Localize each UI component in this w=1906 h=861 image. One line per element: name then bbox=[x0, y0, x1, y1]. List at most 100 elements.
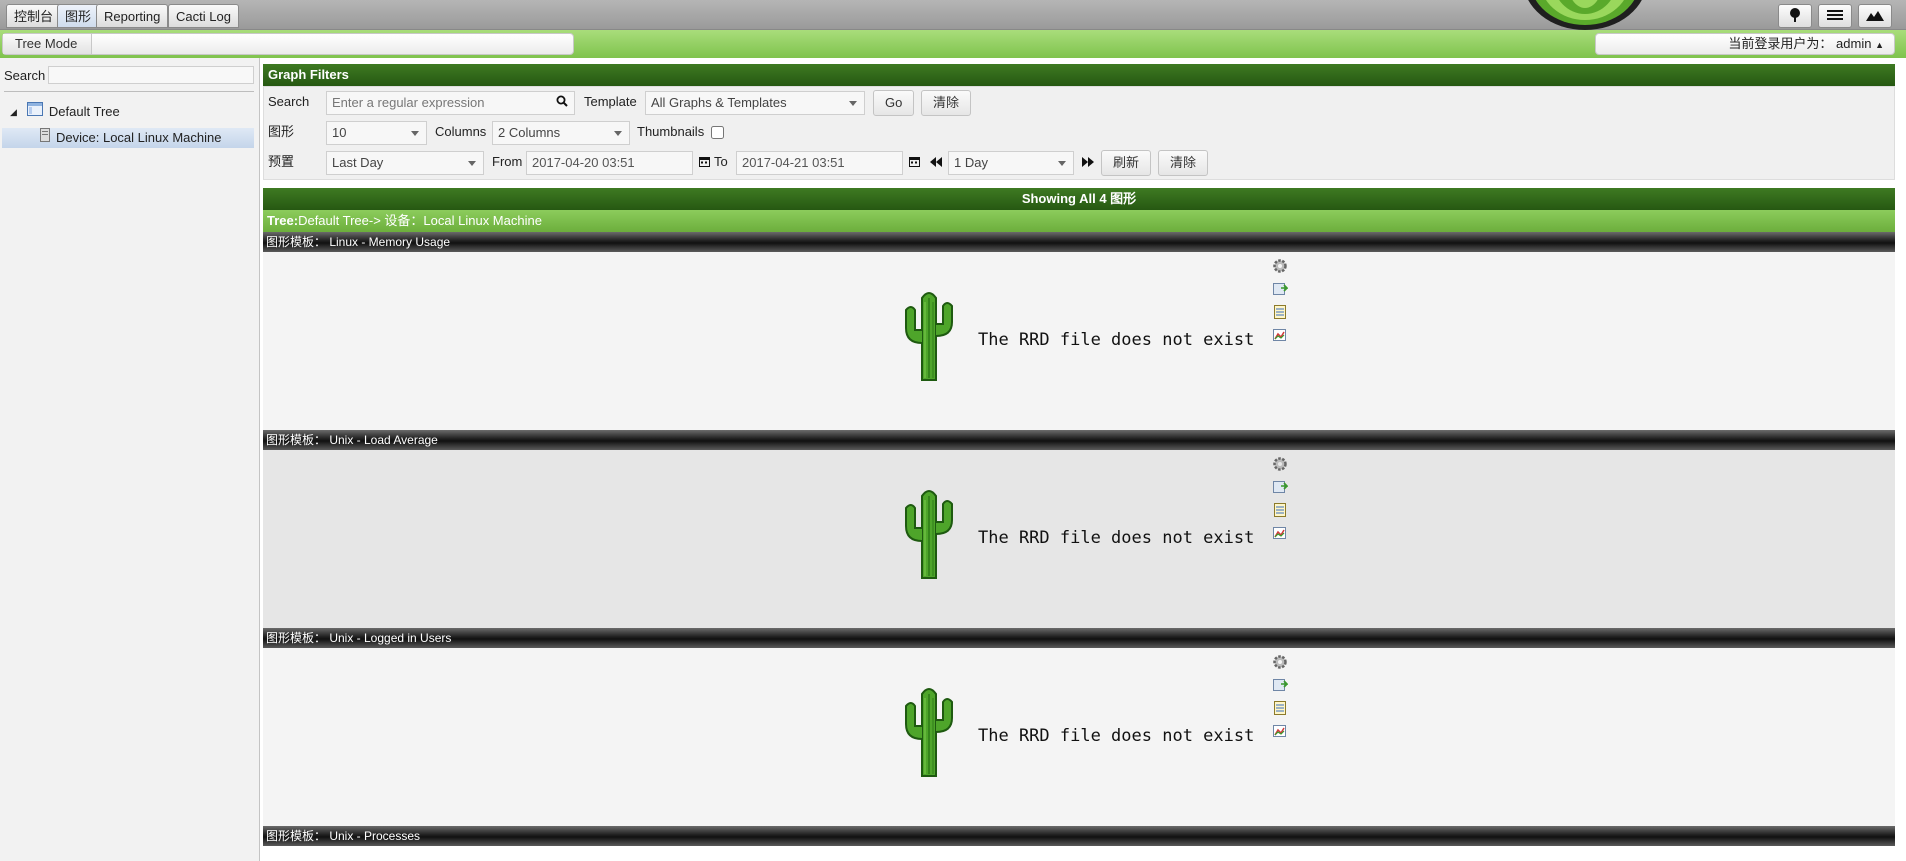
export-csv-icon[interactable] bbox=[1272, 479, 1289, 495]
gear-icon[interactable] bbox=[1272, 456, 1288, 472]
caret-up-icon: ▲ bbox=[1875, 40, 1884, 50]
gear-icon[interactable] bbox=[1272, 258, 1288, 274]
graph-filters-title: Graph Filters bbox=[263, 64, 1895, 86]
filter-row-graphs: 图形 10 Columns 2 Columns Thumbnails bbox=[264, 117, 1894, 147]
clear-button[interactable]: 清除 bbox=[921, 90, 972, 116]
top-navigation-bar: 控制台 图形 Reporting Cacti Log bbox=[0, 0, 1906, 30]
breadcrumb-bar: Tree Mode 当前登录用户为： admin ▲ bbox=[0, 30, 1906, 58]
preview-view-button[interactable] bbox=[1858, 4, 1892, 28]
dropdown-caret-icon bbox=[849, 101, 857, 106]
dropdown-caret-icon bbox=[1058, 161, 1066, 166]
tab-reporting[interactable]: Reporting bbox=[96, 4, 169, 28]
notes-icon[interactable] bbox=[1272, 502, 1288, 518]
tree-icon bbox=[1787, 7, 1803, 25]
cactus-image bbox=[905, 688, 953, 777]
tree-folder-icon bbox=[26, 102, 43, 122]
columns-select[interactable]: 2 Columns bbox=[492, 121, 630, 145]
shift-back-icon[interactable] bbox=[930, 156, 942, 170]
graph-title: 图形模板： Unix - Load Average bbox=[263, 430, 1895, 450]
sidebar-search-label: Search bbox=[4, 68, 46, 83]
filter-row-search: Search Enter a regular expression Templa… bbox=[264, 87, 1894, 117]
sidebar-divider bbox=[4, 91, 254, 92]
tree-item-default-tree[interactable]: ◢ Default Tree bbox=[10, 102, 120, 122]
graph-panel: The RRD file does not exist bbox=[263, 450, 1895, 628]
search-placeholder: Enter a regular expression bbox=[332, 95, 485, 110]
graphs-value: 10 bbox=[332, 125, 347, 140]
mountain-chart-icon bbox=[1866, 9, 1884, 24]
user-label: 当前登录用户为： bbox=[1728, 36, 1833, 51]
tree-prefix: Tree: bbox=[267, 213, 299, 228]
export-csv-icon[interactable] bbox=[1272, 281, 1289, 297]
export-csv-icon[interactable] bbox=[1272, 677, 1289, 693]
template-value: All Graphs & Templates bbox=[651, 95, 787, 110]
server-icon bbox=[40, 128, 50, 148]
search-input[interactable]: Enter a regular expression bbox=[326, 91, 575, 115]
breadcrumb-tree-mode[interactable]: Tree Mode bbox=[3, 34, 93, 54]
cactus-image bbox=[905, 490, 953, 579]
template-select[interactable]: All Graphs & Templates bbox=[645, 91, 865, 115]
search-icon[interactable] bbox=[556, 92, 568, 114]
graph-actions bbox=[1272, 456, 1290, 548]
tree-path-text: Default Tree-> 设备：Local Linux Machine bbox=[298, 213, 542, 228]
graph-actions bbox=[1272, 258, 1290, 350]
tab-cacti-log[interactable]: Cacti Log bbox=[168, 4, 239, 28]
dropdown-caret-icon bbox=[411, 131, 419, 136]
calendar-icon[interactable] bbox=[909, 156, 920, 170]
calendar-icon[interactable] bbox=[699, 156, 710, 170]
dropdown-caret-icon bbox=[468, 161, 476, 166]
graphs-label: 图形 bbox=[268, 124, 295, 139]
rrd-error-message: The RRD file does not exist bbox=[978, 528, 1255, 548]
tree-device-label: Device: Local Linux Machine bbox=[56, 130, 222, 145]
sidebar: Search ◢ Default Tree Device: Local Linu… bbox=[0, 58, 260, 861]
notes-icon[interactable] bbox=[1272, 304, 1288, 320]
tab-console[interactable]: 控制台 bbox=[6, 4, 62, 28]
thumbnails-checkbox[interactable] bbox=[711, 126, 724, 139]
preset-select[interactable]: Last Day bbox=[326, 151, 484, 175]
zoom-graph-icon[interactable] bbox=[1272, 723, 1288, 739]
rrd-error-message: The RRD file does not exist bbox=[978, 330, 1255, 350]
zoom-graph-icon[interactable] bbox=[1272, 327, 1288, 343]
go-button[interactable]: Go bbox=[873, 90, 915, 116]
breadcrumb: Tree Mode bbox=[2, 33, 574, 55]
dropdown-caret-icon bbox=[614, 131, 622, 136]
preset-label: 预置 bbox=[268, 154, 295, 169]
collapse-arrow-icon[interactable]: ◢ bbox=[10, 102, 17, 122]
tree-item-device[interactable]: Device: Local Linux Machine bbox=[2, 128, 254, 148]
tree-path-header: Tree:Default Tree-> 设备：Local Linux Machi… bbox=[263, 210, 1895, 232]
to-label: To bbox=[714, 154, 728, 169]
to-date-input[interactable]: 2017-04-21 03:51 bbox=[736, 151, 903, 175]
timespan-select[interactable]: 1 Day bbox=[948, 151, 1074, 175]
preset-value: Last Day bbox=[332, 155, 384, 170]
graph-title: 图形模板： Unix - Logged in Users bbox=[263, 628, 1895, 648]
graphs-per-page-select[interactable]: 10 bbox=[326, 121, 427, 145]
columns-label: Columns bbox=[435, 124, 487, 139]
tab-graphs[interactable]: 图形 bbox=[57, 4, 100, 28]
user-info[interactable]: 当前登录用户为： admin ▲ bbox=[1595, 33, 1895, 55]
from-date-input[interactable]: 2017-04-20 03:51 bbox=[526, 151, 693, 175]
username[interactable]: admin bbox=[1836, 36, 1871, 51]
filter-row-timespan: 预置 Last Day From 2017-04-20 03:51 To 201… bbox=[264, 147, 1894, 179]
results-count-header: Showing All 4 图形 bbox=[263, 188, 1895, 210]
graph-panel: The RRD file does not exist bbox=[263, 252, 1895, 430]
tree-root-label: Default Tree bbox=[48, 104, 120, 119]
zoom-graph-icon[interactable] bbox=[1272, 525, 1288, 541]
columns-value: 2 Columns bbox=[498, 125, 561, 140]
rrd-error-message: The RRD file does not exist bbox=[978, 726, 1255, 746]
clear-timespan-button[interactable]: 清除 bbox=[1158, 150, 1209, 176]
from-label: From bbox=[492, 154, 523, 169]
notes-icon[interactable] bbox=[1272, 700, 1288, 716]
list-view-button[interactable] bbox=[1818, 4, 1852, 28]
thumbnails-label: Thumbnails bbox=[637, 124, 705, 139]
graph-title: 图形模板： Linux - Memory Usage bbox=[263, 232, 1895, 252]
sidebar-search-input[interactable] bbox=[48, 66, 254, 84]
gear-icon[interactable] bbox=[1272, 654, 1288, 670]
cacti-logo bbox=[1510, 0, 1660, 30]
refresh-button[interactable]: 刷新 bbox=[1101, 150, 1152, 176]
main-content: Graph Filters Search Enter a regular exp… bbox=[263, 64, 1895, 846]
timespan-value: 1 Day bbox=[954, 155, 988, 170]
graph-actions bbox=[1272, 654, 1290, 746]
shift-forward-icon[interactable] bbox=[1082, 156, 1094, 170]
tree-view-button[interactable] bbox=[1778, 4, 1812, 28]
search-label: Search bbox=[268, 94, 310, 109]
graph-title: 图形模板： Unix - Processes bbox=[263, 826, 1895, 846]
